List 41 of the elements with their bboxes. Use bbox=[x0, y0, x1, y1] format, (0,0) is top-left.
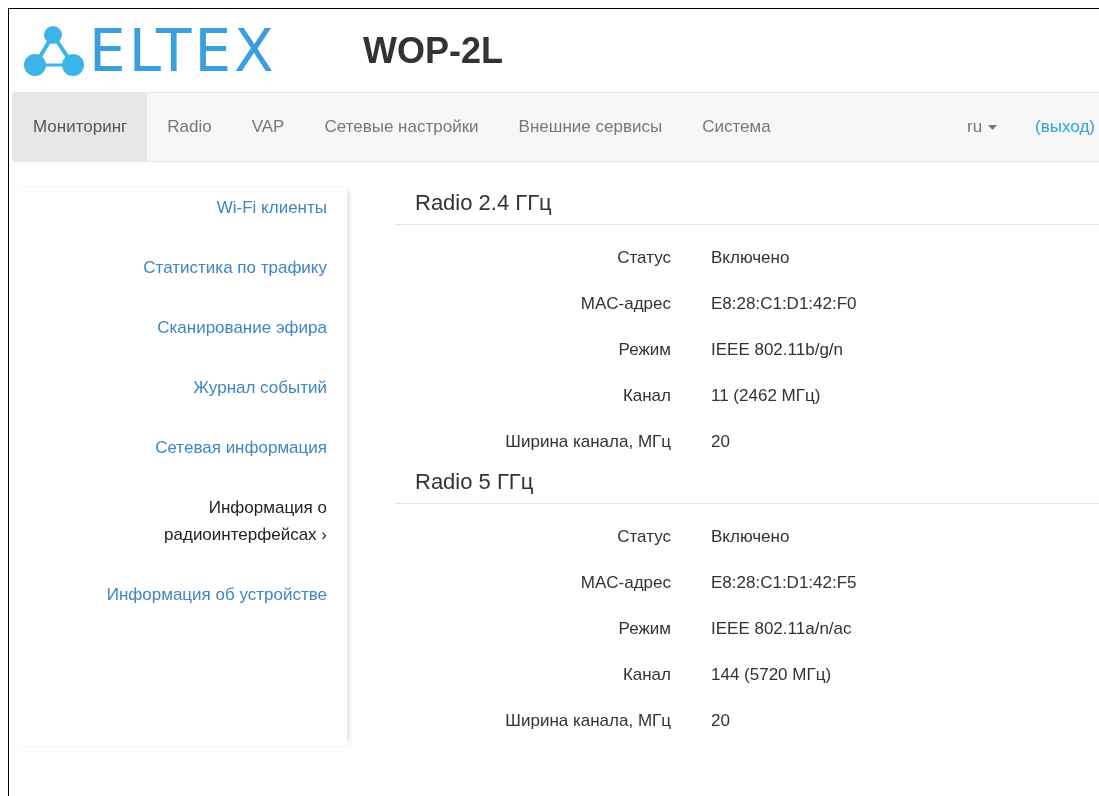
logo-icon bbox=[23, 24, 85, 77]
field-value: E8:28:C1:D1:42:F0 bbox=[711, 294, 857, 314]
nav-tab[interactable]: Мониторинг bbox=[13, 93, 148, 161]
field-value: E8:28:C1:D1:42:F5 bbox=[711, 573, 857, 593]
field-value: 144 (5720 МГц) bbox=[711, 665, 832, 685]
nav-tab[interactable]: Сетевые настройки bbox=[304, 93, 499, 161]
field-label: Канал bbox=[621, 665, 671, 685]
sidebar-item[interactable]: Информация об устройстве bbox=[97, 575, 327, 614]
field-label: Ширина канала, МГц bbox=[504, 432, 671, 452]
field-label: Режим bbox=[617, 619, 671, 639]
language-dropdown[interactable]: ru bbox=[967, 117, 998, 137]
section-title: Radio 5 ГГц bbox=[395, 467, 1099, 504]
field-label: MAC-адрес bbox=[579, 294, 671, 314]
field-value: IEEE 802.11b/g/n bbox=[711, 340, 843, 360]
nav-tab[interactable]: Система bbox=[682, 93, 791, 161]
sidebar-item[interactable]: Статистика по трафику bbox=[97, 248, 327, 287]
field-value: 20 bbox=[711, 432, 730, 452]
nav-tab[interactable]: VAP bbox=[231, 93, 305, 161]
section-title: Radio 2.4 ГГц bbox=[395, 188, 1099, 225]
field-value: 20 bbox=[711, 711, 730, 731]
device-title: WOP-2L bbox=[363, 29, 503, 72]
logo-text: ELTEX bbox=[89, 16, 277, 85]
field-value: IEEE 802.11a/n/ac bbox=[711, 619, 852, 639]
nav-tab[interactable]: Внешние сервисы bbox=[498, 93, 683, 161]
sidebar-item[interactable]: Сканирование эфира bbox=[97, 308, 327, 347]
logout-link[interactable]: (выход) bbox=[1035, 117, 1095, 137]
field-label: Ширина канала, МГц bbox=[504, 711, 671, 731]
field-value: Включено bbox=[711, 248, 790, 268]
caret-icon bbox=[988, 124, 998, 130]
field-label: Режим bbox=[617, 340, 671, 360]
sidebar-item[interactable]: Сетевая информация bbox=[97, 428, 327, 467]
field-label: Канал bbox=[621, 386, 671, 406]
field-label: Статус bbox=[616, 527, 671, 547]
sidebar-item[interactable]: Wi-Fi клиенты bbox=[97, 188, 327, 227]
field-value: 11 (2462 МГц) bbox=[711, 386, 821, 406]
field-label: MAC-адрес bbox=[579, 573, 671, 593]
sidebar-item[interactable]: Информация о радиоинтерфейсах › bbox=[147, 488, 327, 554]
nav-tab[interactable]: Radio bbox=[147, 93, 232, 161]
field-value: Включено bbox=[711, 527, 790, 547]
sidebar-item[interactable]: Журнал событий bbox=[97, 368, 327, 407]
field-label: Статус bbox=[616, 248, 671, 268]
